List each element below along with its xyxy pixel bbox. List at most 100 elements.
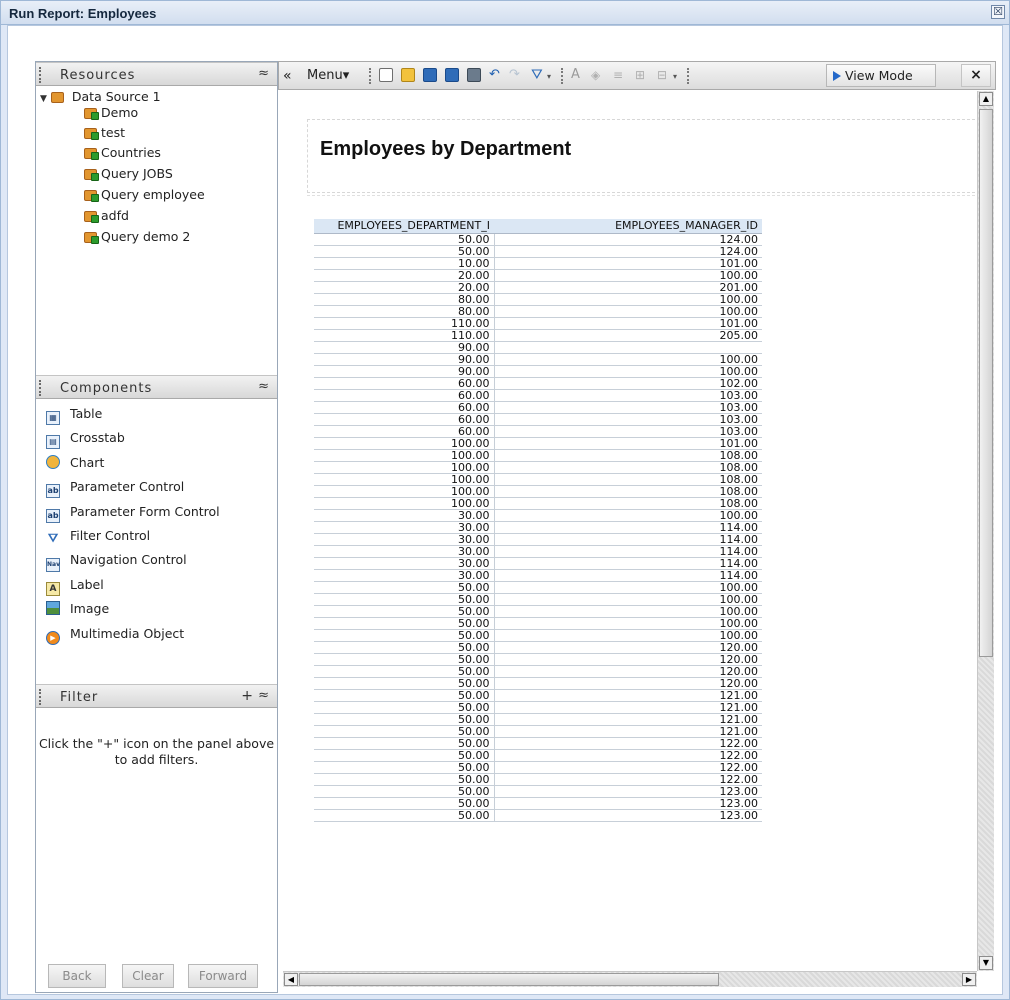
cell-department: 80.00 <box>314 293 495 306</box>
expand-arrow-icon[interactable]: ▼ <box>40 94 47 104</box>
cell-manager: 120.00 <box>494 653 762 666</box>
table-row: 50.00 121.00 <box>314 689 762 702</box>
cell-manager: 103.00 <box>494 389 762 402</box>
cell-manager: 114.00 <box>494 569 762 582</box>
component-parameter-control[interactable]: ab Parameter Control <box>46 477 184 498</box>
scroll-down-icon[interactable]: ▼ <box>979 956 993 970</box>
component-image[interactable]: Image <box>46 599 109 619</box>
toolbar-separator <box>561 68 564 84</box>
component-label: Image <box>70 601 110 616</box>
vertical-scrollbar[interactable]: ▲ ▼ <box>977 91 994 971</box>
component-parameter-form-control[interactable]: ab Parameter Form Control <box>46 502 220 523</box>
cell-department: 50.00 <box>314 749 495 762</box>
forward-button[interactable]: Forward <box>188 964 258 988</box>
component-label: Filter Control <box>70 528 151 543</box>
collapse-icon[interactable]: ≈ <box>258 688 269 703</box>
cell-manager: 100.00 <box>494 629 762 642</box>
table-row: 50.00 123.00 <box>314 809 762 822</box>
window-close-icon[interactable]: ☒ <box>991 5 1005 19</box>
cell-department: 30.00 <box>314 509 495 522</box>
scroll-left-icon[interactable]: ◀ <box>284 973 298 986</box>
horizontal-scroll-thumb[interactable] <box>299 973 719 986</box>
cell-manager: 100.00 <box>494 293 762 306</box>
report-table[interactable]: EMPLOYEES_DEPARTMENT_I EMPLOYEES_MANAGER… <box>314 219 762 822</box>
components-list: ▦ Table ▤ Crosstab Chart ab Parameter Contr… <box>36 404 277 684</box>
cell-manager: 205.00 <box>494 329 762 342</box>
window-titlebar: Run Report: Employees ☒ <box>1 1 1009 25</box>
horizontal-scrollbar[interactable]: ◀ ▶ <box>283 971 977 987</box>
tree-item-countries[interactable]: Countries <box>84 144 161 162</box>
collapse-icon[interactable]: ≈ <box>258 66 269 81</box>
cell-department: 90.00 <box>314 341 495 354</box>
component-crosstab[interactable]: ▤ Crosstab <box>46 428 125 449</box>
undo-icon[interactable]: ↶ <box>489 68 503 82</box>
cell-manager: 121.00 <box>494 725 762 738</box>
dataset-icon <box>84 146 100 160</box>
table-row: 50.00 121.00 <box>314 725 762 738</box>
components-header[interactable]: Components ≈ <box>36 375 277 399</box>
data-source-icon <box>50 90 67 104</box>
cell-manager: 122.00 <box>494 773 762 786</box>
resources-header[interactable]: Resources ≈ <box>36 62 277 86</box>
component-label: Chart <box>70 455 105 470</box>
dropdown-icon[interactable]: ▾ <box>547 68 555 82</box>
grip-icon <box>39 380 42 396</box>
report-title-box[interactable]: Employees by Department <box>307 119 975 193</box>
component-label[interactable]: A Label <box>46 575 104 596</box>
scroll-right-icon[interactable]: ▶ <box>962 973 976 986</box>
add-filter-icon[interactable]: + <box>241 688 253 704</box>
table-row: 100.00 108.00 <box>314 497 762 510</box>
save-icon[interactable] <box>423 68 437 82</box>
open-icon[interactable] <box>401 68 415 82</box>
component-chart[interactable]: Chart <box>46 453 104 473</box>
redo-icon[interactable]: ↷ <box>509 68 523 82</box>
new-icon[interactable] <box>379 68 393 82</box>
component-filter-control[interactable]: ⛛ Filter Control <box>46 526 150 546</box>
print-icon[interactable] <box>467 68 481 82</box>
collapse-panel-icon[interactable]: « <box>283 66 292 86</box>
save-as-icon[interactable] <box>445 68 459 82</box>
cell-manager: 108.00 <box>494 485 762 498</box>
vertical-scroll-thumb[interactable] <box>979 109 993 657</box>
table-row: 50.00 122.00 <box>314 773 762 786</box>
align-icon[interactable]: ≡ <box>613 68 627 82</box>
format-icon[interactable]: ⊟ <box>657 68 671 82</box>
tree-item-query-jobs[interactable]: Query JOBS <box>84 165 173 183</box>
view-mode-button[interactable]: View Mode <box>826 64 936 87</box>
cell-department: 50.00 <box>314 605 495 618</box>
tree-item-adfd[interactable]: adfd <box>84 207 129 225</box>
menu-button[interactable]: Menu▾ <box>307 66 349 86</box>
cell-manager <box>494 341 762 354</box>
fill-color-icon[interactable]: ◈ <box>591 68 605 82</box>
cell-department: 10.00 <box>314 257 495 270</box>
window-title: Run Report: Employees <box>9 6 157 21</box>
close-designer-button[interactable]: × <box>961 64 991 87</box>
cell-department: 90.00 <box>314 365 495 378</box>
tree-item-demo[interactable]: Demo <box>84 104 138 122</box>
component-table[interactable]: ▦ Table <box>46 404 102 425</box>
back-button[interactable]: Back <box>48 964 106 988</box>
filter-title: Filter <box>60 690 99 705</box>
chart-icon <box>46 455 60 469</box>
component-multimedia-object[interactable]: ▶ Multimedia Object <box>46 624 184 645</box>
dropdown-icon[interactable]: ▾ <box>673 68 681 82</box>
table-row: 60.00 103.00 <box>314 401 762 414</box>
table-row: 50.00 124.00 <box>314 245 762 258</box>
tree-item-query-demo-2[interactable]: Query demo 2 <box>84 228 190 246</box>
border-icon[interactable]: ⊞ <box>635 68 649 82</box>
scroll-up-icon[interactable]: ▲ <box>979 92 993 106</box>
font-icon[interactable]: A <box>571 68 585 82</box>
filter-icon[interactable]: ⛛ <box>531 68 545 82</box>
cell-department: 60.00 <box>314 413 495 426</box>
dataset-icon <box>84 230 100 244</box>
filter-header[interactable]: Filter + ≈ <box>36 684 277 708</box>
cell-manager: 121.00 <box>494 701 762 714</box>
cell-department: 100.00 <box>314 461 495 474</box>
tree-item-test[interactable]: test <box>84 124 125 142</box>
cell-department: 60.00 <box>314 425 495 438</box>
tree-item-query-employee[interactable]: Query employee <box>84 186 205 204</box>
clear-button[interactable]: Clear <box>122 964 174 988</box>
label-icon: A <box>46 582 60 596</box>
collapse-icon[interactable]: ≈ <box>258 379 269 394</box>
component-navigation-control[interactable]: Nav Navigation Control <box>46 550 187 572</box>
